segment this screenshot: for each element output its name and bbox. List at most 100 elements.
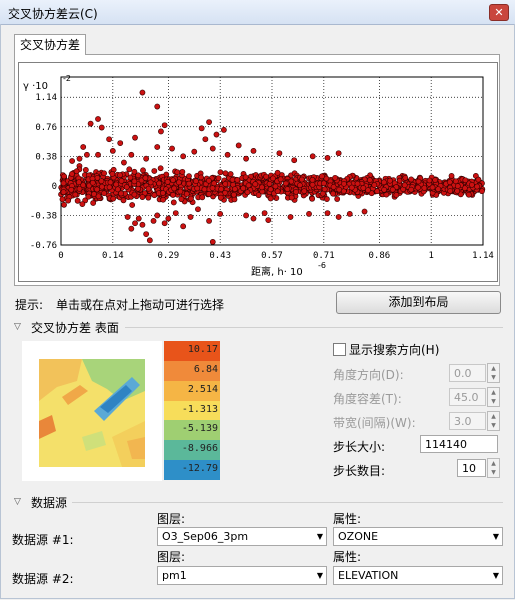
datasource-2-layer-value: pm1 [162, 569, 187, 582]
datasource-1-attribute-select[interactable]: OZONE ▼ [333, 527, 503, 546]
chevron-down-icon: ▼ [316, 571, 323, 580]
data-point [309, 195, 316, 202]
chevron-down-icon: ▼ [492, 532, 499, 541]
x-tick-label: 1.14 [472, 251, 494, 261]
data-point [76, 155, 83, 162]
data-point [296, 182, 303, 189]
data-point [76, 179, 82, 186]
data-point [195, 206, 201, 213]
data-point [354, 180, 361, 187]
legend-value: -12.79 [181, 463, 218, 475]
show-search-direction-checkbox[interactable] [333, 343, 346, 356]
data-point [360, 185, 367, 191]
angle-direction-stepper[interactable]: ▲ ▼ [487, 363, 500, 383]
data-point [209, 185, 216, 192]
bandwidth-stepper[interactable]: ▲ ▼ [487, 411, 500, 431]
datasource-1-layer-select[interactable]: O3_Sep06_3pm ▼ [157, 527, 327, 546]
data-point [127, 174, 134, 181]
data-point [80, 144, 87, 150]
data-point [165, 215, 172, 222]
close-button[interactable]: ✕ [489, 4, 509, 21]
data-point [161, 220, 168, 227]
data-point [143, 155, 150, 162]
data-point [222, 181, 229, 187]
data-point [170, 199, 177, 206]
collapse-surface-icon[interactable]: ▽ [14, 322, 21, 332]
data-point [109, 170, 116, 177]
data-point [106, 136, 113, 143]
data-point [171, 185, 178, 192]
datasource-2-attribute-select[interactable]: ELEVATION ▼ [333, 566, 503, 585]
data-point [72, 191, 79, 198]
data-point [244, 189, 251, 196]
surface-legend: 10.17 6.84 2.514 -1.313 -5.139 -8.966 -12.79 [164, 341, 220, 480]
data-point [109, 147, 116, 154]
data-point [139, 194, 146, 200]
data-point [84, 151, 90, 158]
data-point [334, 196, 341, 202]
data-point [187, 214, 194, 220]
data-point [128, 151, 135, 158]
lag-count-stepper[interactable]: ▲ ▼ [487, 458, 500, 478]
data-point [117, 172, 123, 178]
y-tick-label: 1.14 [35, 93, 57, 103]
datasource-2-layer-select[interactable]: pm1 ▼ [157, 566, 327, 585]
plot-area[interactable]: 0 0.14 0.29 0.43 0.57 0.71 0.86 1 1.14 -0.76 -0.38… [18, 62, 498, 282]
collapse-datasource-icon[interactable]: ▽ [14, 497, 21, 507]
data-point [301, 188, 308, 195]
data-point [139, 221, 146, 228]
data-point [135, 172, 142, 179]
lag-count-input[interactable]: 10 [457, 459, 486, 477]
data-point [170, 192, 176, 198]
window-title: 交叉协方差云(C) [8, 7, 98, 21]
data-point [298, 176, 305, 183]
data-point [429, 184, 436, 191]
lag-count-label: 步长数目: [333, 464, 386, 478]
data-point [98, 124, 105, 131]
data-point [178, 196, 185, 203]
cross-covariance-cloud-chart[interactable]: 0 0.14 0.29 0.43 0.57 0.71 0.86 1 1.14 -0.76 -0.38… [19, 63, 497, 281]
data-point [234, 176, 241, 183]
angle-direction-input[interactable]: 0.0 [449, 364, 486, 382]
data-point [159, 190, 166, 196]
data-point [319, 190, 326, 197]
data-point [140, 167, 146, 174]
data-point [230, 191, 237, 198]
lag-size-input[interactable]: 114140 [420, 435, 498, 453]
data-point [258, 184, 265, 191]
x-tick-label: 0.57 [261, 251, 283, 261]
data-point [454, 188, 461, 194]
data-point [154, 144, 161, 150]
angle-tolerance-stepper[interactable]: ▲ ▼ [487, 387, 500, 407]
datasource-section-title: 数据源 [31, 496, 68, 510]
data-point [250, 215, 257, 222]
data-point [435, 186, 442, 192]
data-point [341, 180, 347, 187]
data-point [170, 177, 176, 184]
data-point [324, 210, 331, 217]
x-tick-label: 0.29 [158, 251, 180, 261]
data-point [261, 210, 268, 217]
legend-value: -1.313 [181, 403, 218, 415]
angle-tolerance-input[interactable]: 45.0 [449, 388, 486, 406]
data-point [151, 192, 158, 199]
x-tick-label: 0.71 [313, 251, 335, 261]
data-point [90, 200, 97, 206]
data-point [101, 170, 107, 177]
data-point [124, 214, 131, 220]
data-point [176, 179, 182, 186]
data-point [106, 184, 113, 191]
bandwidth-input[interactable]: 3.0 [449, 412, 486, 430]
data-point [330, 190, 336, 197]
data-point [198, 125, 205, 132]
tab-cross-covariance[interactable]: 交叉协方差 [14, 34, 86, 55]
data-point [336, 186, 343, 193]
data-point [408, 176, 415, 183]
data-point [164, 178, 171, 185]
data-point [293, 188, 299, 195]
add-to-layout-button[interactable]: 添加到布局 [336, 291, 501, 314]
x-axis-label: 距离, h· 10 -6 [251, 261, 326, 278]
data-point [252, 181, 259, 188]
data-point [201, 186, 208, 193]
data-point [87, 120, 94, 127]
